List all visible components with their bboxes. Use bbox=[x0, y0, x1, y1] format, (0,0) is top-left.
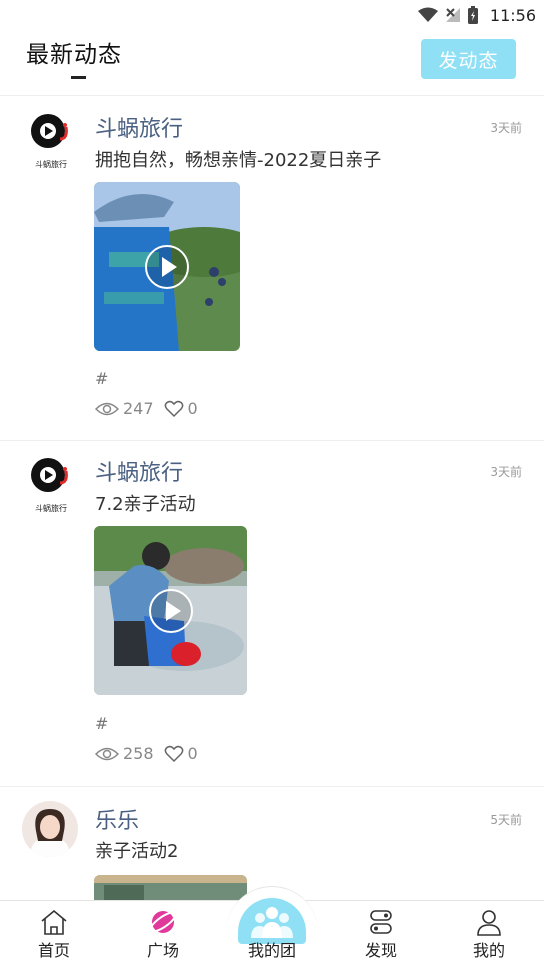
view-count: 258 bbox=[123, 744, 154, 763]
page-title: 最新动态 bbox=[26, 42, 122, 68]
status-icons: 11:56 bbox=[417, 3, 536, 27]
heart-icon[interactable] bbox=[164, 745, 184, 763]
heart-icon[interactable] bbox=[164, 400, 184, 418]
avatar-caption: 斗蜗旅行 bbox=[35, 504, 67, 513]
user-icon bbox=[477, 910, 501, 936]
view-count: 247 bbox=[123, 399, 154, 418]
planet-icon bbox=[149, 911, 177, 933]
status-time: 11:56 bbox=[489, 5, 536, 25]
battery-icon bbox=[467, 6, 478, 24]
hashtag[interactable]: # bbox=[95, 714, 108, 733]
nav-mine[interactable]: 我的 bbox=[449, 901, 529, 966]
post-button[interactable]: 发动态 bbox=[421, 39, 516, 79]
post-text: 7.2亲子活动 bbox=[95, 494, 196, 515]
post-time: 3天前 bbox=[490, 121, 522, 135]
route-icon bbox=[370, 910, 392, 934]
user-photo bbox=[22, 801, 78, 857]
author-name[interactable]: 乐乐 bbox=[95, 803, 139, 835]
feed-post[interactable]: 斗蜗旅行 斗蜗旅行 3天前 7.2亲子活动 # 258 0 bbox=[0, 441, 544, 787]
nav-label: 首页 bbox=[37, 941, 70, 960]
status-bar: 11:56 bbox=[0, 0, 544, 30]
title-indicator bbox=[71, 76, 86, 79]
nav-center-label[interactable]: 我的团 bbox=[232, 937, 312, 961]
post-stats: 247 0 bbox=[95, 399, 208, 418]
page-header: 最新动态 发动态 bbox=[0, 30, 544, 96]
eye-icon bbox=[95, 747, 119, 760]
author-name[interactable]: 斗蜗旅行 bbox=[95, 455, 183, 487]
post-image bbox=[94, 875, 247, 900]
brand-logo-icon bbox=[31, 458, 68, 492]
like-count: 0 bbox=[187, 399, 198, 418]
no-signal-icon bbox=[445, 8, 460, 22]
wifi-icon bbox=[417, 7, 438, 22]
nav-label: 发现 bbox=[364, 941, 397, 960]
home-icon bbox=[41, 909, 67, 935]
avatar[interactable]: 斗蜗旅行 bbox=[26, 113, 76, 169]
feed-list[interactable]: 斗蜗旅行 斗蜗旅行 3天前 拥抱自然，畅想亲情-2022夏日亲子 # 247 0… bbox=[0, 97, 544, 900]
avatar[interactable] bbox=[22, 801, 78, 857]
image-thumbnail[interactable] bbox=[94, 875, 247, 900]
hashtag[interactable]: # bbox=[95, 369, 108, 388]
like-count: 0 bbox=[187, 744, 198, 763]
nav-square[interactable]: 广场 bbox=[123, 901, 203, 966]
video-thumbnail[interactable] bbox=[94, 526, 247, 695]
feed-post[interactable]: 斗蜗旅行 斗蜗旅行 3天前 拥抱自然，畅想亲情-2022夏日亲子 # 247 0 bbox=[0, 97, 544, 441]
eye-icon bbox=[95, 402, 119, 415]
play-icon[interactable] bbox=[148, 588, 194, 634]
nav-home[interactable]: 首页 bbox=[14, 901, 94, 966]
nav-label: 广场 bbox=[146, 941, 179, 960]
avatar[interactable]: 斗蜗旅行 bbox=[26, 457, 76, 513]
post-time: 5天前 bbox=[490, 813, 522, 827]
author-name[interactable]: 斗蜗旅行 bbox=[95, 111, 183, 143]
nav-label: 我的 bbox=[472, 941, 505, 960]
avatar-caption: 斗蜗旅行 bbox=[35, 160, 67, 169]
play-icon[interactable] bbox=[144, 244, 190, 290]
post-time: 3天前 bbox=[490, 465, 522, 479]
post-text: 拥抱自然，畅想亲情-2022夏日亲子 bbox=[95, 150, 382, 171]
nav-discover[interactable]: 发现 bbox=[341, 901, 421, 966]
post-stats: 258 0 bbox=[95, 744, 208, 763]
feed-post[interactable]: 乐乐 5天前 亲子活动2 bbox=[0, 787, 544, 900]
brand-logo-icon bbox=[31, 114, 68, 148]
post-text: 亲子活动2 bbox=[95, 841, 179, 862]
video-thumbnail[interactable] bbox=[94, 182, 240, 351]
